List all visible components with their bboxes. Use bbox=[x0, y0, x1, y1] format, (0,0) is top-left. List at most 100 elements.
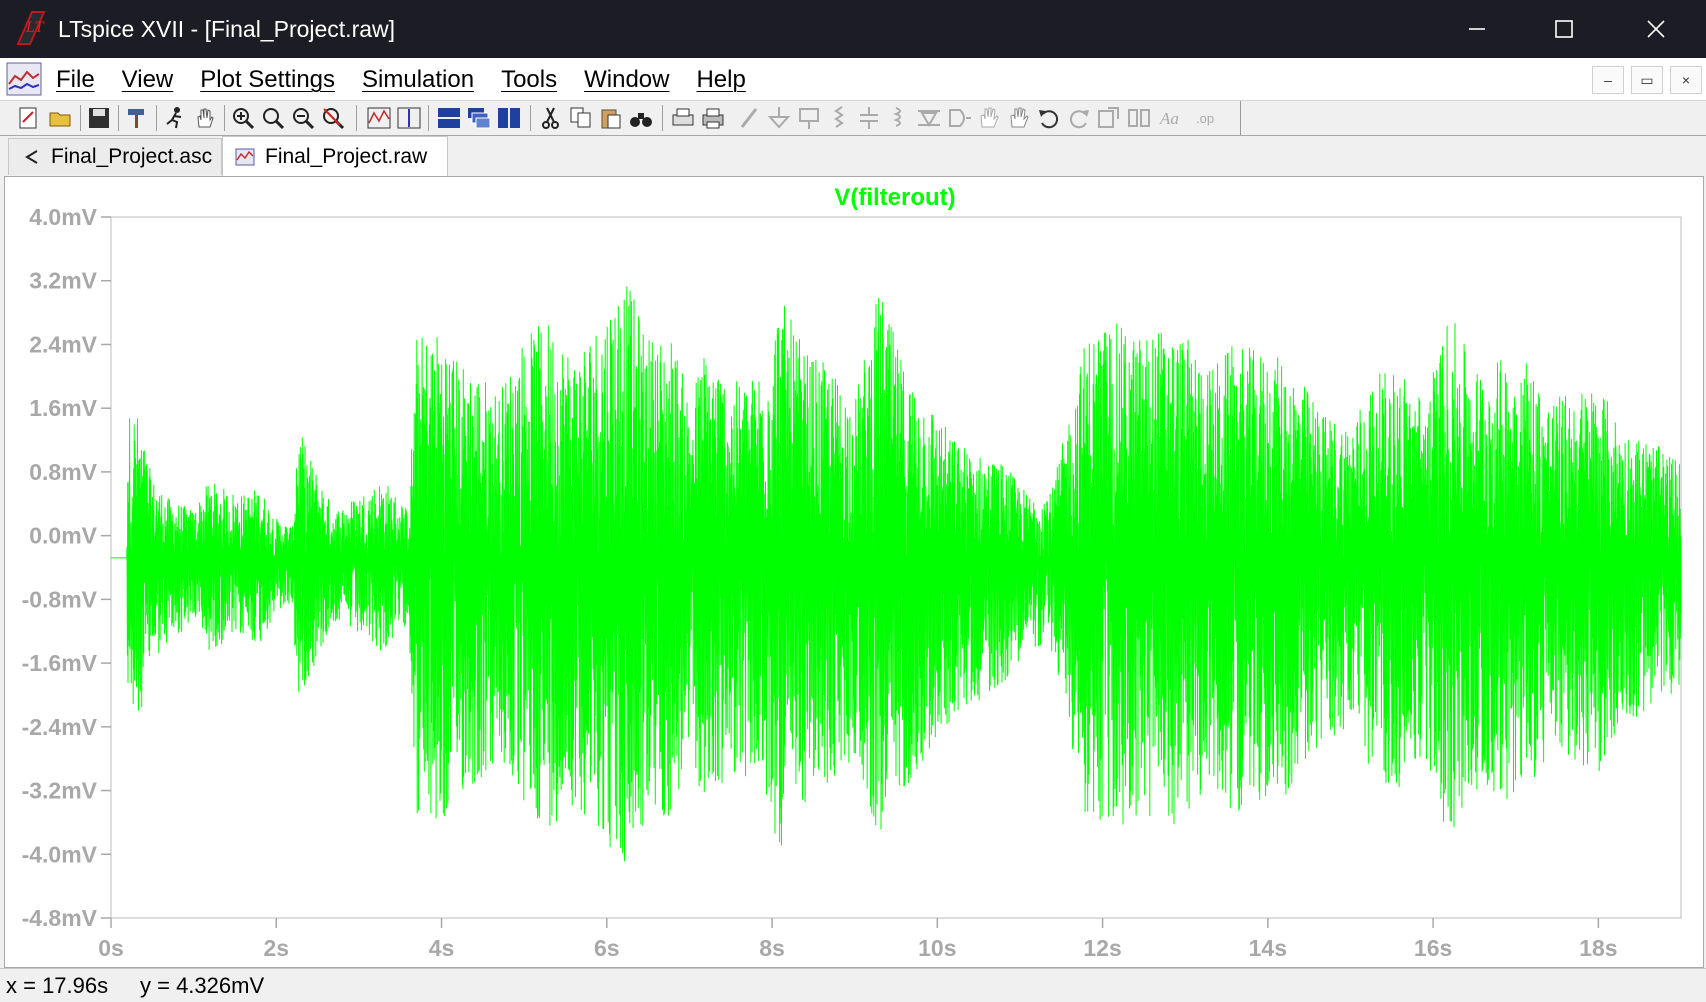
menu-bar: File View Plot Settings Simulation Tools… bbox=[0, 58, 1706, 101]
x-axis: 0s 2s 4s 6s 8s 10s 12s 14s 16s 18s bbox=[98, 918, 1618, 961]
run-icon[interactable] bbox=[162, 105, 188, 131]
x-tick-label: 14s bbox=[1249, 935, 1287, 961]
print-icon[interactable] bbox=[700, 105, 726, 131]
draw-wire-pencil-icon[interactable] bbox=[736, 105, 762, 131]
pan-hand-icon[interactable] bbox=[192, 105, 218, 131]
menu-items: File View Plot Settings Simulation Tools… bbox=[56, 66, 773, 94]
resistor-icon[interactable] bbox=[826, 105, 852, 131]
tab-label: Final_Project.asc bbox=[51, 145, 213, 168]
svg-text:LT: LT bbox=[25, 19, 45, 36]
title-bar: LT LTspice XVII - [Final_Project.raw] bbox=[0, 0, 1706, 58]
autorange-y-icon[interactable] bbox=[396, 105, 422, 131]
menu-help[interactable]: Help bbox=[696, 66, 745, 94]
menu-plot-settings[interactable]: Plot Settings bbox=[200, 66, 335, 94]
tab-final-project-asc[interactable]: Final_Project.asc bbox=[8, 138, 222, 175]
rotate-icon[interactable] bbox=[1096, 105, 1122, 131]
toolbar: Aa .op bbox=[0, 101, 1706, 136]
y-tick-label: -1.6mV bbox=[22, 650, 98, 676]
document-tabs: Final_Project.asc Final_Project.raw bbox=[0, 136, 1706, 177]
copy-icon[interactable] bbox=[568, 105, 594, 131]
maximize-button[interactable] bbox=[1535, 0, 1593, 58]
drag-hand-icon[interactable] bbox=[1006, 105, 1032, 131]
menu-simulation[interactable]: Simulation bbox=[362, 66, 474, 94]
mirror-icon[interactable] bbox=[1126, 105, 1152, 131]
find-binoculars-icon[interactable] bbox=[628, 105, 654, 131]
autorange-icon[interactable] bbox=[366, 105, 392, 131]
y-tick-label: -4.0mV bbox=[22, 841, 98, 867]
chart-title[interactable]: V(filterout) bbox=[834, 184, 955, 211]
inductor-icon[interactable] bbox=[886, 105, 912, 131]
new-schematic-icon[interactable] bbox=[16, 105, 42, 131]
y-tick-label: 0.0mV bbox=[29, 523, 97, 549]
y-axis: 4.0mV 3.2mV 2.4mV 1.6mV 0.8mV 0.0mV -0.8mV -1.6… bbox=[22, 204, 111, 931]
menu-view[interactable]: View bbox=[122, 66, 174, 94]
tile-horizontal-icon[interactable] bbox=[436, 105, 462, 131]
toolbar-separator bbox=[156, 105, 157, 131]
label-net-icon[interactable] bbox=[796, 105, 822, 131]
waveform-icon bbox=[235, 148, 255, 166]
y-tick-label: -3.2mV bbox=[22, 778, 98, 804]
close-icon bbox=[1647, 20, 1665, 38]
series-v-filterout bbox=[111, 286, 1682, 862]
mdi-minimize-button[interactable]: – bbox=[1592, 66, 1624, 94]
paste-icon[interactable] bbox=[598, 105, 624, 131]
y-tick-label: 3.2mV bbox=[29, 268, 97, 294]
toolbar-separator bbox=[530, 105, 531, 131]
text-icon[interactable]: Aa bbox=[1158, 105, 1184, 131]
x-tick-label: 12s bbox=[1083, 935, 1121, 961]
status-bar: x = 17.96s y = 4.326mV bbox=[0, 968, 1706, 1002]
waveform-window-icon[interactable] bbox=[6, 62, 42, 96]
waveform-plot-pane[interactable]: V(filterout) 4.0mV 3.2mV 2.4mV 1.6mV 0.8mV 0.… bbox=[4, 176, 1704, 968]
toolbar-separator bbox=[80, 105, 81, 131]
move-hand-icon[interactable] bbox=[976, 105, 1002, 131]
diode-icon[interactable] bbox=[916, 105, 942, 131]
zoom-in-icon[interactable] bbox=[230, 105, 256, 131]
tab-final-project-raw[interactable]: Final_Project.raw bbox=[222, 136, 448, 177]
menu-tools[interactable]: Tools bbox=[501, 66, 557, 94]
open-folder-icon[interactable] bbox=[48, 105, 74, 131]
save-icon[interactable] bbox=[86, 105, 112, 131]
x-tick-label: 2s bbox=[263, 935, 289, 961]
mdi-close-button[interactable]: × bbox=[1670, 66, 1702, 94]
toolbar-separator bbox=[662, 105, 663, 131]
y-tick-label: 1.6mV bbox=[29, 395, 97, 421]
undo-icon[interactable] bbox=[1036, 105, 1062, 131]
cascade-icon[interactable] bbox=[466, 105, 492, 131]
redo-icon[interactable] bbox=[1066, 105, 1092, 131]
menu-file[interactable]: File bbox=[56, 66, 95, 94]
x-tick-label: 4s bbox=[429, 935, 455, 961]
svg-text:.op: .op bbox=[1196, 111, 1214, 126]
ltspice-logo-icon: LT bbox=[16, 11, 46, 45]
cursor-y-readout: y = 4.326mV bbox=[140, 973, 265, 998]
window-title: LTspice XVII - [Final_Project.raw] bbox=[58, 16, 396, 42]
control-panel-hammer-icon[interactable] bbox=[124, 105, 150, 131]
print-preview-icon[interactable] bbox=[670, 105, 696, 131]
ground-icon[interactable] bbox=[766, 105, 792, 131]
x-tick-label: 0s bbox=[98, 935, 124, 961]
zoom-area-icon[interactable] bbox=[260, 105, 286, 131]
schematic-icon bbox=[25, 150, 38, 164]
maximize-icon bbox=[1555, 20, 1573, 38]
trace-line-v-filterout bbox=[111, 286, 1682, 862]
y-tick-label: -0.8mV bbox=[22, 586, 98, 612]
waveform-chart[interactable]: V(filterout) 4.0mV 3.2mV 2.4mV 1.6mV 0.8mV 0.… bbox=[5, 177, 1701, 965]
toolbar-end-line bbox=[1240, 101, 1241, 135]
y-tick-label: -2.4mV bbox=[22, 714, 98, 740]
tile-vertical-icon[interactable] bbox=[496, 105, 522, 131]
tab-label: Final_Project.raw bbox=[265, 145, 428, 168]
close-button[interactable] bbox=[1627, 0, 1685, 58]
cut-icon[interactable] bbox=[538, 105, 564, 131]
component-icon[interactable] bbox=[946, 105, 972, 131]
x-tick-label: 8s bbox=[759, 935, 785, 961]
minimize-button[interactable] bbox=[1448, 0, 1506, 58]
x-tick-label: 6s bbox=[594, 935, 620, 961]
toolbar-separator bbox=[428, 105, 429, 131]
x-tick-label: 16s bbox=[1414, 935, 1452, 961]
mdi-restore-button[interactable]: ▭ bbox=[1631, 66, 1663, 94]
menu-window[interactable]: Window bbox=[584, 66, 669, 94]
spice-directive-icon[interactable]: .op bbox=[1196, 105, 1222, 131]
svg-text:Aa: Aa bbox=[1159, 109, 1179, 128]
capacitor-icon[interactable] bbox=[856, 105, 882, 131]
zoom-out-icon[interactable] bbox=[290, 105, 316, 131]
zoom-fit-icon[interactable] bbox=[320, 105, 346, 131]
